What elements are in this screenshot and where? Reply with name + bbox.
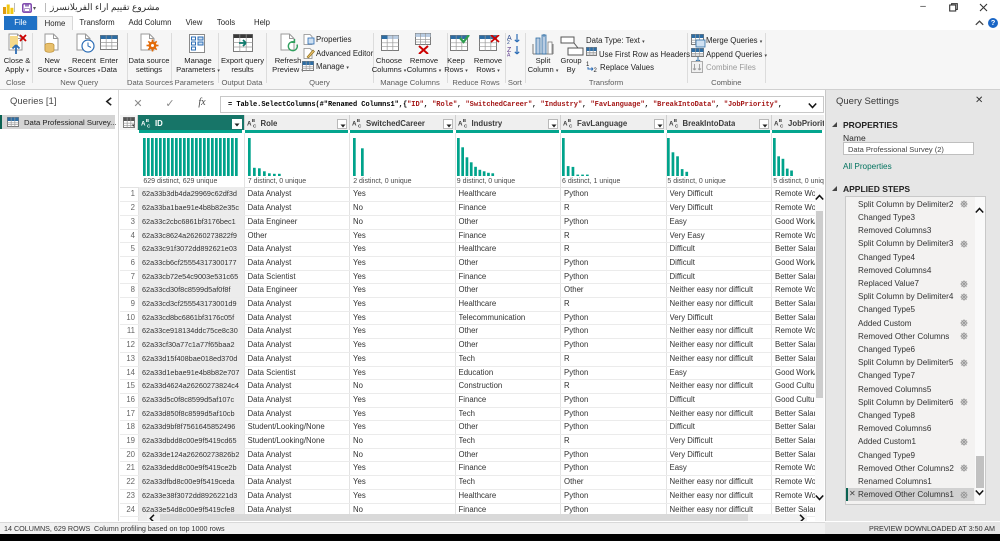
svg-text:2: 2 [507,40,510,46]
svg-text:C: C [358,124,362,128]
svg-text:C: C [253,124,257,128]
svg-text:B: B [357,118,361,123]
svg-text:B: B [779,118,783,123]
svg-text:2: 2 [594,68,598,72]
svg-text:B: B [251,118,255,123]
svg-text:B: B [673,118,677,123]
svg-text:B: B [462,118,466,123]
svg-text:C: C [569,124,573,128]
svg-text:C: C [780,124,784,128]
svg-text:C: C [464,124,468,128]
svg-text:B: B [146,118,150,123]
svg-text:C: C [147,124,151,128]
svg-text:B: B [568,118,572,123]
svg-text:C: C [675,124,679,128]
